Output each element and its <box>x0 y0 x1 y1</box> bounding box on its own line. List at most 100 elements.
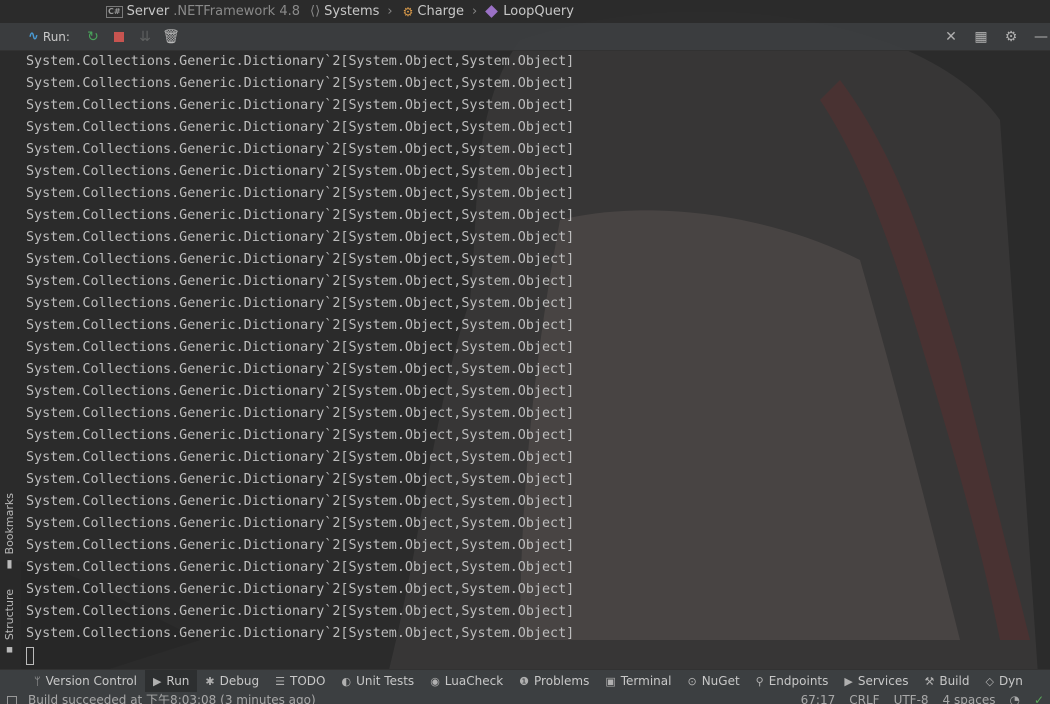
tool-tab-luacheck[interactable]: ◉ LuaCheck <box>422 670 511 693</box>
unit-tests-icon: ◐ <box>341 674 352 688</box>
console-line: System.Collections.Generic.Dictionary`2[… <box>26 318 575 333</box>
tool-tab-label: Run <box>166 674 190 688</box>
run-label-text: Run: <box>42 29 70 44</box>
tool-window-bar: ᛘ Version Control ▶ Run ✱ Debug ☰ TODO ◐ Unit Tes… <box>0 669 1050 693</box>
breadcrumb-item-systems: Systems <box>324 4 380 19</box>
branch-icon: ᛘ <box>34 674 41 688</box>
tool-tab-problems[interactable]: ❶ Problems <box>511 670 597 693</box>
breadcrumb-item-loopquery: LoopQuery <box>503 4 574 19</box>
tool-tab-label: NuGet <box>701 674 740 688</box>
run-config-icon: ∿ <box>28 29 39 44</box>
left-tool-strip: ▮ Bookmarks ▪ Structure <box>0 51 21 669</box>
console-line: System.Collections.Generic.Dictionary`2[… <box>26 296 575 311</box>
tool-tab-label: Debug <box>219 674 260 688</box>
structure-label: Structure <box>3 589 16 641</box>
bookmarks-label: Bookmarks <box>3 493 16 555</box>
console-line: System.Collections.Generic.Dictionary`2[… <box>26 604 575 619</box>
list-icon: ☰ <box>275 674 285 688</box>
status-bar: Build succeeded at 下午8:03:08 (3 minutes … <box>0 692 1050 704</box>
console-line: System.Collections.Generic.Dictionary`2[… <box>26 560 575 575</box>
tool-tab-dyn[interactable]: ◇ Dyn <box>977 670 1030 693</box>
lock-icon[interactable]: ◔ <box>1009 692 1019 704</box>
run-toolbar: ∿ Run: ↻ ⇊ 🗑 ✕ ▦ ⚙ — <box>0 23 1050 51</box>
hammer-icon: ⚒ <box>924 674 935 688</box>
nuget-icon: ⊙ <box>687 674 697 688</box>
framework-label: .NETFramework 4.8 <box>173 4 301 19</box>
tool-tab-endpoints[interactable]: ⚲ Endpoints <box>748 670 837 693</box>
tool-tab-label: Unit Tests <box>356 674 415 688</box>
tool-tab-unit-tests[interactable]: ◐ Unit Tests <box>333 670 422 693</box>
breadcrumb-class[interactable]: ⚙ Charge › <box>403 4 478 19</box>
tool-tab-nuget[interactable]: ⊙ NuGet <box>679 670 747 693</box>
console-line: System.Collections.Generic.Dictionary`2[… <box>26 384 575 399</box>
class-icon: ⚙ <box>402 4 414 19</box>
tool-tab-label: Dyn <box>998 674 1023 688</box>
breadcrumb: C# Server .NETFramework 4.8 ⟨⟩ Systems ›… <box>0 0 1050 23</box>
close-icon[interactable]: ✕ <box>942 28 960 46</box>
problems-icon: ❶ <box>519 674 530 688</box>
console-line: System.Collections.Generic.Dictionary`2[… <box>26 626 575 641</box>
gear-icon[interactable]: ⚙ <box>1002 28 1020 46</box>
tool-tab-label: Services <box>857 674 909 688</box>
clear-all-button[interactable]: 🗑 <box>162 28 180 46</box>
breadcrumb-item-charge: Charge <box>417 4 465 19</box>
console-line: System.Collections.Generic.Dictionary`2[… <box>26 274 575 289</box>
breadcrumb-namespace[interactable]: ⟨⟩ Systems › <box>310 4 393 19</box>
indent-setting[interactable]: 4 spaces <box>943 692 996 704</box>
tool-tab-services[interactable]: ▶ Services <box>836 670 916 693</box>
lua-icon: ◉ <box>430 674 440 688</box>
structure-tab[interactable]: ▪ Structure <box>3 589 16 657</box>
console-line: System.Collections.Generic.Dictionary`2[… <box>26 142 575 157</box>
console-line: System.Collections.Generic.Dictionary`2[… <box>26 538 575 553</box>
stop-button[interactable] <box>110 28 128 46</box>
line-ending[interactable]: CRLF <box>849 692 879 704</box>
console-line: System.Collections.Generic.Dictionary`2[… <box>26 208 575 223</box>
scroll-to-end-button[interactable]: ⇊ <box>136 28 154 46</box>
dyn-icon: ◇ <box>985 674 994 688</box>
console-line: System.Collections.Generic.Dictionary`2[… <box>26 362 575 377</box>
tool-tab-label: Problems <box>534 674 590 688</box>
console-line: System.Collections.Generic.Dictionary`2[… <box>26 428 575 443</box>
run-config-label[interactable]: ∿ Run: <box>28 29 70 44</box>
csharp-project-icon: C# <box>106 5 123 18</box>
breadcrumb-method[interactable]: LoopQuery <box>485 4 574 19</box>
console-line: System.Collections.Generic.Dictionary`2[… <box>26 54 575 69</box>
console-line: System.Collections.Generic.Dictionary`2[… <box>26 516 575 531</box>
play-icon: ▶ <box>152 674 162 688</box>
tool-tab-version-control[interactable]: ᛘ Version Control <box>26 670 145 693</box>
status-message: Build succeeded at 下午8:03:08 (3 minutes … <box>28 693 316 704</box>
tool-tab-todo[interactable]: ☰ TODO <box>267 670 333 693</box>
rerun-button[interactable]: ↻ <box>84 28 102 46</box>
tool-tab-label: Endpoints <box>768 674 829 688</box>
status-right: 67:17 CRLF UTF-8 4 spaces ◔ ✓ <box>801 692 1050 704</box>
file-encoding[interactable]: UTF-8 <box>894 692 929 704</box>
namespace-icon: ⟨⟩ <box>310 4 321 19</box>
console-line: System.Collections.Generic.Dictionary`2[… <box>26 406 575 421</box>
breadcrumb-project[interactable]: C# Server .NETFramework 4.8 <box>106 4 300 19</box>
method-icon <box>485 5 499 18</box>
tool-tab-label: Build <box>939 674 970 688</box>
tool-tab-terminal[interactable]: ▣ Terminal <box>597 670 679 693</box>
console-line: System.Collections.Generic.Dictionary`2[… <box>26 164 575 179</box>
minimize-icon[interactable]: — <box>1032 28 1050 46</box>
services-icon: ▶ <box>844 674 853 688</box>
console-input-caret[interactable] <box>26 647 34 665</box>
console-output[interactable]: System.Collections.Generic.Dictionary`2[… <box>26 51 1046 667</box>
tool-tab-label: Version Control <box>45 674 137 688</box>
console-line: System.Collections.Generic.Dictionary`2[… <box>26 252 575 267</box>
terminal-icon: ▣ <box>605 674 616 688</box>
cursor-position[interactable]: 67:17 <box>801 692 836 704</box>
tool-tab-run[interactable]: ▶ Run <box>144 669 198 693</box>
tool-tab-label: LuaCheck <box>444 674 504 688</box>
endpoints-icon: ⚲ <box>755 674 764 688</box>
console-line: System.Collections.Generic.Dictionary`2[… <box>26 340 575 355</box>
bug-icon: ✱ <box>205 674 215 688</box>
chevron-right-icon: › <box>387 4 393 19</box>
layout-icon[interactable]: ▦ <box>972 28 990 46</box>
tool-tab-debug[interactable]: ✱ Debug <box>197 670 267 693</box>
tool-tab-build[interactable]: ⚒ Build <box>916 670 977 693</box>
bookmarks-tab[interactable]: ▮ Bookmarks <box>3 493 16 571</box>
bookmark-icon: ▮ <box>3 558 16 572</box>
panel-toggle-icon[interactable] <box>7 696 17 704</box>
check-icon[interactable]: ✓ <box>1034 692 1044 704</box>
